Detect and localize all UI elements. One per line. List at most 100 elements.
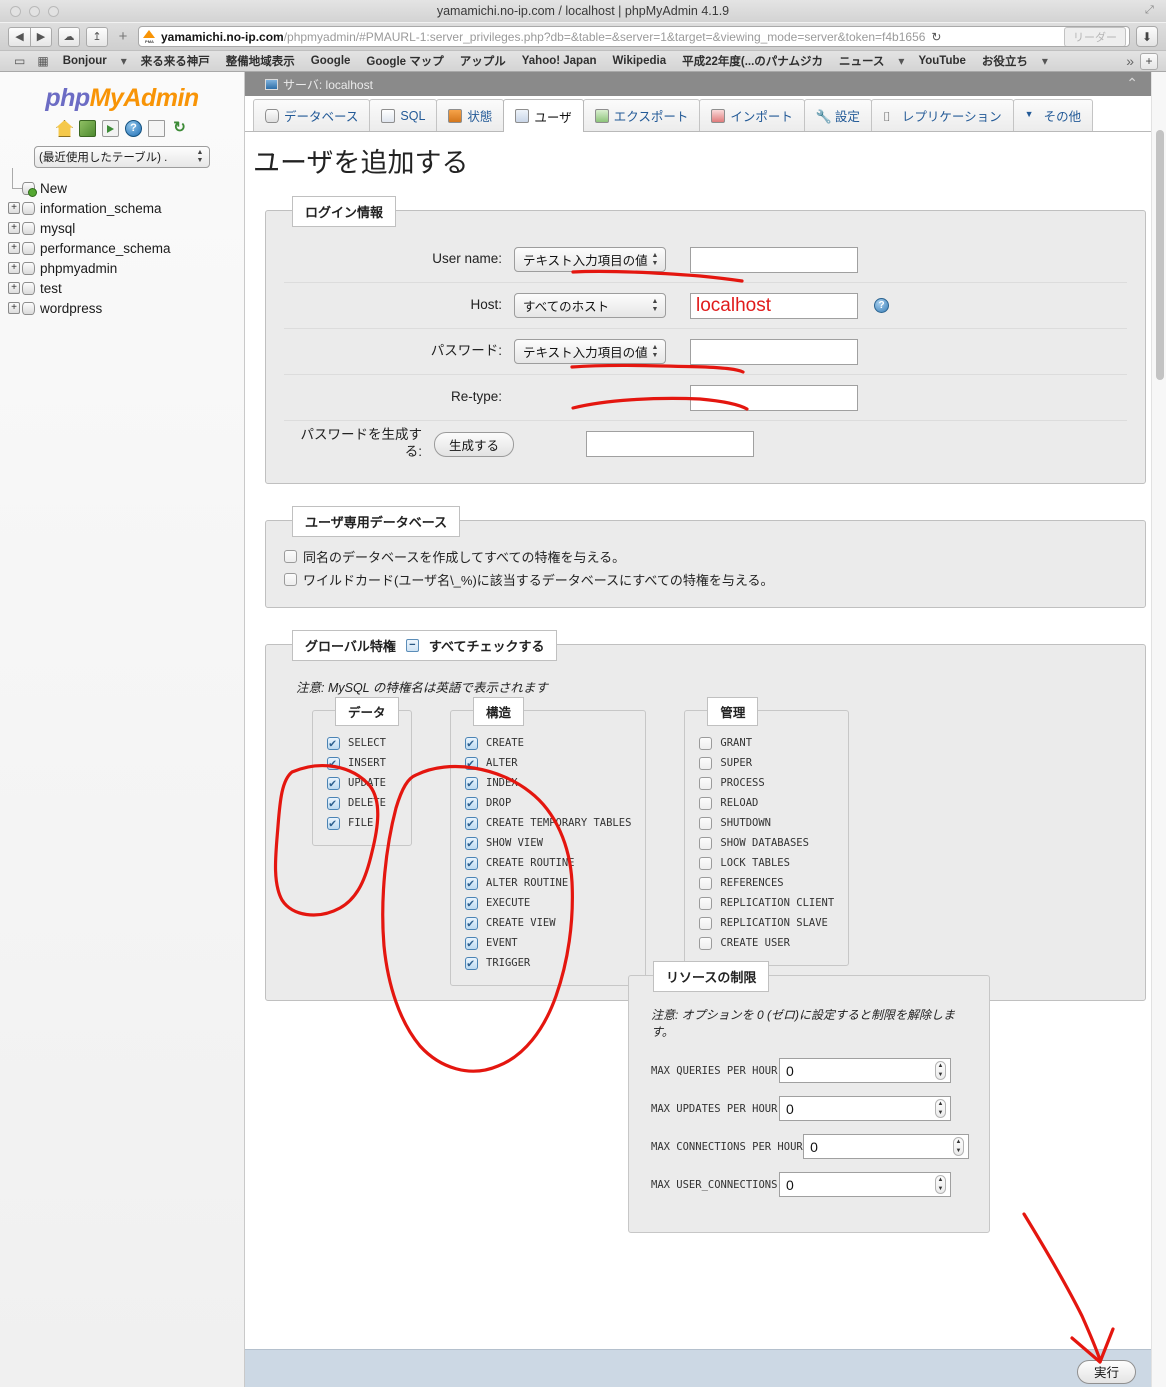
oyakudachi-caret-icon[interactable]: ▾: [1036, 54, 1054, 68]
privilege-replication-slave[interactable]: REPLICATION SLAVE: [699, 913, 834, 933]
checkbox[interactable]: [284, 573, 297, 586]
top-sites-icon[interactable]: ▦: [31, 54, 54, 68]
new-tab-button[interactable]: +: [114, 28, 132, 45]
phpmyadmin-logo[interactable]: phpMyAdmin: [0, 84, 244, 113]
stepper-icon[interactable]: ▲ ▼: [935, 1061, 946, 1080]
check-all-label[interactable]: すべてチェックする: [429, 636, 545, 655]
checkbox[interactable]: [327, 736, 340, 750]
privilege-drop[interactable]: DROP: [465, 793, 631, 813]
checkbox[interactable]: [465, 956, 478, 970]
privilege-alter-routine[interactable]: ALTER ROUTINE: [465, 873, 631, 893]
home-icon[interactable]: [56, 120, 73, 137]
checkbox[interactable]: [465, 736, 478, 750]
host-input[interactable]: localhost: [690, 292, 858, 319]
help-icon[interactable]: ?: [874, 298, 889, 313]
max-queries-per-hour-input[interactable]: 0 ▲ ▼: [779, 1058, 951, 1083]
reload-icon[interactable]: ↻: [931, 30, 941, 44]
privilege-lock-tables[interactable]: LOCK TABLES: [699, 853, 834, 873]
bookmark-apple[interactable]: アップル: [452, 53, 514, 69]
username-mode-select[interactable]: テキスト入力項目の値 ▲ ▼: [514, 247, 666, 272]
scrollbar-thumb[interactable]: [1156, 130, 1164, 380]
add-bookmark-button[interactable]: +: [1140, 52, 1158, 70]
privilege-grant[interactable]: GRANT: [699, 733, 834, 753]
expand-icon[interactable]: +: [8, 262, 20, 274]
privilege-show-databases[interactable]: SHOW DATABASES: [699, 833, 834, 853]
checkbox[interactable]: [465, 896, 478, 910]
tree-item-new[interactable]: New: [8, 168, 244, 198]
checkbox[interactable]: [465, 796, 478, 810]
tab-status[interactable]: 状態: [436, 99, 505, 131]
checkbox[interactable]: [699, 776, 713, 790]
username-input[interactable]: [690, 246, 858, 273]
page-scrollbar[interactable]: [1151, 72, 1166, 1387]
checkbox[interactable]: [699, 916, 713, 930]
privilege-create[interactable]: CREATE: [465, 733, 631, 753]
checkbox[interactable]: [465, 876, 478, 890]
password-input[interactable]: [690, 338, 858, 365]
checkbox[interactable]: [465, 836, 478, 850]
tree-item-mysql[interactable]: + mysql: [8, 218, 244, 238]
tab-import[interactable]: インポート: [699, 99, 805, 131]
documentation-icon[interactable]: [148, 120, 165, 137]
help-icon[interactable]: ?: [125, 120, 142, 137]
exit-icon[interactable]: [79, 120, 96, 137]
address-bar[interactable]: PMA yamamichi.no-ip.com /phpmyadmin/#PMA…: [138, 26, 1130, 47]
checkbox[interactable]: [699, 936, 713, 950]
privilege-select[interactable]: SELECT: [327, 733, 397, 753]
query-window-icon[interactable]: [102, 120, 119, 137]
execute-button[interactable]: 実行: [1076, 1359, 1136, 1384]
checkbox[interactable]: [284, 550, 297, 563]
bookmark-google[interactable]: Google: [303, 55, 359, 67]
checkbox[interactable]: [465, 816, 478, 830]
privilege-update[interactable]: UPDATE: [327, 773, 397, 793]
privilege-create-view[interactable]: CREATE VIEW: [465, 913, 631, 933]
bookmark-news[interactable]: ニュース: [831, 53, 892, 69]
checkbox[interactable]: [699, 876, 713, 890]
back-button[interactable]: ◀: [8, 26, 30, 47]
generated-password-input[interactable]: [586, 431, 755, 457]
stepper-icon[interactable]: ▲ ▼: [935, 1099, 946, 1118]
privilege-insert[interactable]: INSERT: [327, 753, 397, 773]
retype-input[interactable]: [690, 384, 858, 411]
reload-icon[interactable]: ↻: [171, 120, 188, 137]
checkbox[interactable]: [699, 756, 713, 770]
checkbox[interactable]: [699, 816, 713, 830]
max-connections-per-hour-input[interactable]: 0 ▲ ▼: [803, 1134, 969, 1159]
bookmark-oyakudachi[interactable]: お役立ち: [974, 53, 1036, 69]
checkbox[interactable]: [327, 756, 340, 770]
privilege-file[interactable]: FILE: [327, 813, 397, 833]
checkbox[interactable]: [465, 756, 478, 770]
tab-sql[interactable]: SQL: [369, 99, 438, 131]
bonjour-caret-icon[interactable]: ▾: [115, 54, 133, 68]
checkbox[interactable]: [327, 816, 340, 830]
checkbox[interactable]: [465, 916, 478, 930]
bookmark-google-maps[interactable]: Google マップ: [358, 53, 451, 69]
privilege-index[interactable]: INDEX: [465, 773, 631, 793]
expand-icon[interactable]: +: [8, 222, 20, 234]
tab-settings[interactable]: 🔧 設定: [803, 99, 872, 131]
tab-more[interactable]: ▼ その他: [1012, 99, 1094, 131]
checkbox[interactable]: [465, 776, 478, 790]
checkbox[interactable]: [699, 856, 713, 870]
tab-databases[interactable]: データベース: [253, 99, 371, 131]
checkbox[interactable]: [699, 896, 713, 910]
password-mode-select[interactable]: テキスト入力項目の値 ▲ ▼: [514, 339, 666, 364]
checkbox[interactable]: [699, 836, 713, 850]
privilege-reload[interactable]: RELOAD: [699, 793, 834, 813]
checkbox[interactable]: [327, 776, 340, 790]
privilege-alter[interactable]: ALTER: [465, 753, 631, 773]
expand-icon[interactable]: +: [8, 202, 20, 214]
recent-tables-select[interactable]: (最近使用したテーブル) . ▲ ▼: [34, 146, 210, 168]
privilege-super[interactable]: SUPER: [699, 753, 834, 773]
share-button[interactable]: ↥: [86, 26, 108, 47]
generate-password-button[interactable]: 生成する: [434, 431, 515, 457]
max-updates-per-hour-input[interactable]: 0 ▲ ▼: [779, 1096, 951, 1121]
tab-replication[interactable]: ⌷ レプリケーション: [870, 99, 1014, 131]
collapse-icon[interactable]: ⌃: [1126, 75, 1138, 92]
checkbox[interactable]: [327, 796, 340, 810]
bookmark-wikipedia[interactable]: Wikipedia: [605, 55, 675, 67]
wildcard-db-option[interactable]: ワイルドカード(ユーザ名\_%)に該当するデータベースにすべての特権を与える。: [284, 570, 1127, 589]
expand-icon[interactable]: +: [8, 242, 20, 254]
check-all-icon[interactable]: −: [405, 639, 419, 652]
privilege-references[interactable]: REFERENCES: [699, 873, 834, 893]
